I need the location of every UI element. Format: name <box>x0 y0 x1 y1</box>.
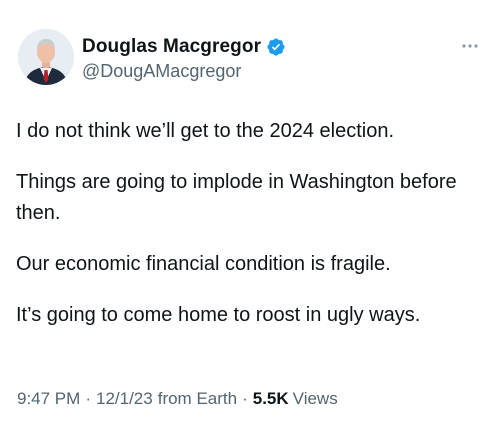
views-label: Views <box>292 389 338 408</box>
tweet-text: I do not think we’ll get to the 2024 ele… <box>16 116 486 351</box>
views-count: 5.5K <box>252 389 289 408</box>
author-display-name[interactable]: Douglas Macgregor <box>82 36 261 58</box>
tweet-date[interactable]: 12/1/23 <box>96 389 153 409</box>
more-options-button[interactable] <box>456 36 484 56</box>
avatar[interactable] <box>18 29 74 85</box>
meta-separator: · <box>85 389 91 408</box>
tweet-paragraph: Things are going to implode in Washingto… <box>16 171 457 224</box>
tweet-metadata: 9:47 PM · 12/1/23 from Earth · 5.5K View… <box>17 389 338 409</box>
verified-badge-icon[interactable] <box>266 37 286 57</box>
author-handle[interactable]: @DougAMacgregor <box>82 61 241 82</box>
tweet-time[interactable]: 9:47 PM <box>17 389 80 409</box>
tweet-paragraph: Our economic financial condition is frag… <box>16 253 391 275</box>
more-horizontal-icon <box>462 44 478 48</box>
author-name-row: Douglas Macgregor <box>82 35 286 59</box>
tweet-paragraph: I do not think we’ll get to the 2024 ele… <box>16 120 395 142</box>
tweet-paragraph: It’s going to come home to roost in ugly… <box>16 304 421 326</box>
meta-separator: · <box>242 389 248 408</box>
tweet-card: Douglas Macgregor @DougAMacgregor I do n… <box>0 0 500 439</box>
avatar-portrait-image <box>18 29 74 85</box>
tweet-source: from Earth <box>157 389 238 408</box>
